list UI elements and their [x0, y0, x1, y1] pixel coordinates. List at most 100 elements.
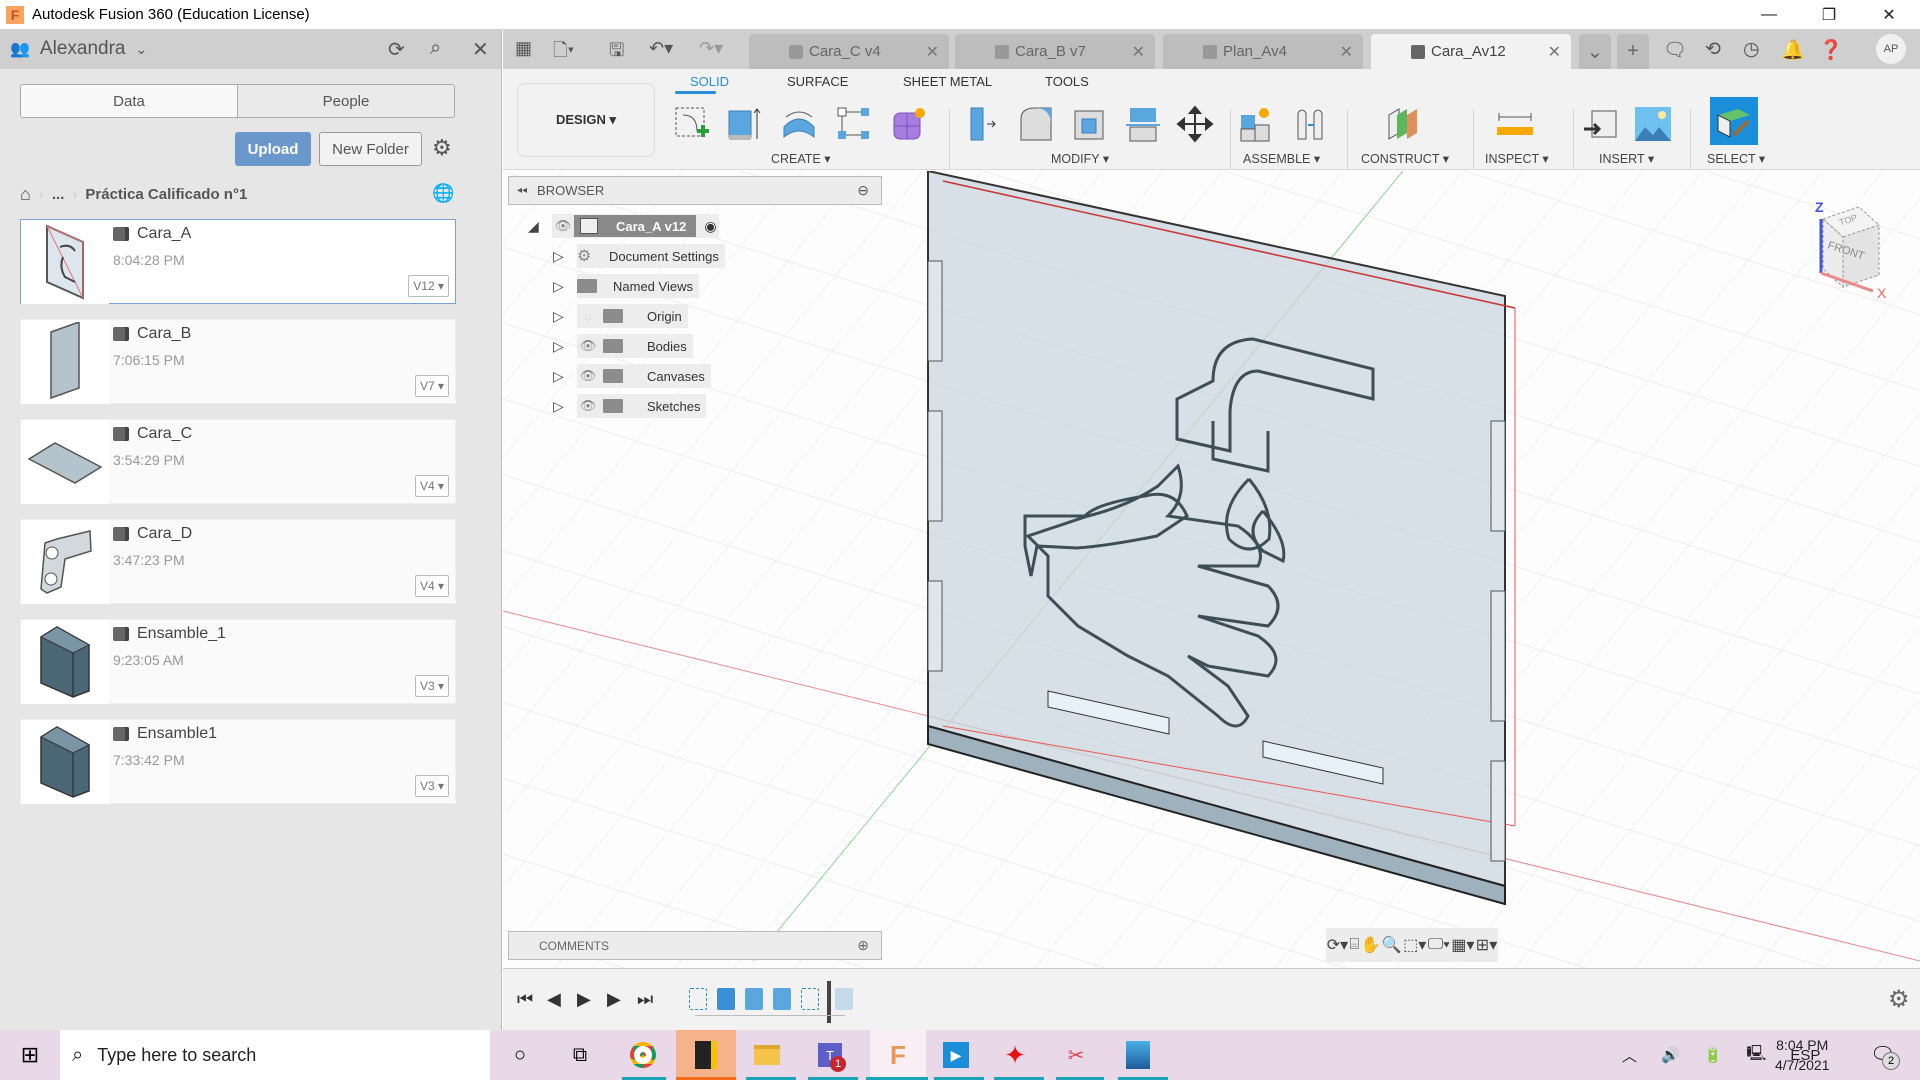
minimize-button[interactable]: —: [1740, 0, 1798, 29]
orbit-icon[interactable]: ⟳▾: [1327, 935, 1348, 955]
3d-canvas[interactable]: ◂◂ BROWSER ⊖ ◢ 👁 Cara_A v12 ◉ ▷ ⚙ Documen…: [503, 171, 1920, 968]
select-menu[interactable]: SELECT ▾: [1707, 151, 1765, 166]
timeline-settings-gear-icon[interactable]: ⚙: [1888, 985, 1910, 1014]
grid-settings-icon[interactable]: ▦▾: [1451, 935, 1474, 955]
measure-icon[interactable]: [1495, 102, 1535, 146]
close-tab-icon[interactable]: ✕: [926, 42, 939, 62]
breadcrumb-ellipsis[interactable]: ...: [52, 186, 65, 203]
timeline-marker[interactable]: [827, 981, 831, 1023]
display-settings-icon[interactable]: 🖵▾: [1428, 936, 1450, 954]
teams-icon[interactable]: T1: [810, 1038, 850, 1072]
new-folder-button[interactable]: New Folder: [319, 132, 422, 166]
tab-list-dropdown[interactable]: ⌄: [1579, 34, 1611, 69]
workspace-switcher[interactable]: DESIGN ▾: [517, 83, 655, 157]
combine-icon[interactable]: [1123, 102, 1163, 146]
timeline-sketch-feature[interactable]: [801, 988, 819, 1010]
restore-button[interactable]: ❐: [1800, 0, 1858, 29]
press-pull-icon[interactable]: [964, 102, 1004, 146]
inspect-menu[interactable]: INSPECT ▾: [1485, 151, 1549, 166]
new-tab-button[interactable]: +: [1617, 34, 1649, 69]
step-forward-icon[interactable]: ▶: [607, 989, 621, 1010]
look-at-icon[interactable]: ⌸: [1350, 936, 1360, 954]
joint-icon[interactable]: [1291, 102, 1331, 146]
assemble-menu[interactable]: ASSEMBLE ▾: [1243, 151, 1320, 166]
timeline-canvas-feature-suppressed[interactable]: [835, 988, 853, 1010]
timeline-extrude-feature[interactable]: [773, 988, 791, 1010]
timeline-canvas-feature[interactable]: [717, 988, 735, 1010]
file-card[interactable]: Ensamble_1 9:23:05 AM V3 ▾: [20, 619, 456, 704]
doc-tab[interactable]: Cara_B v7 ✕: [955, 34, 1155, 69]
doc-tab-active[interactable]: Cara_Av12 ✕: [1371, 34, 1571, 69]
timeline-sketch-feature[interactable]: [689, 988, 707, 1010]
chevron-down-icon[interactable]: ⌄: [135, 41, 147, 58]
cortana-icon[interactable]: ○: [500, 1038, 540, 1072]
go-to-end-icon[interactable]: ⏭: [637, 989, 653, 1010]
redo-icon[interactable]: ↷▾: [699, 38, 723, 59]
revolve-icon[interactable]: [779, 102, 819, 146]
close-window-button[interactable]: ✕: [1860, 0, 1918, 29]
file-card[interactable]: Ensamble1 7:33:42 PM V3 ▾: [20, 719, 456, 804]
red-star-app-icon[interactable]: ✦: [995, 1038, 1035, 1072]
zoom-icon[interactable]: 🔍: [1382, 935, 1402, 955]
help-icon[interactable]: ❓: [1819, 38, 1843, 62]
taskbar-search-box[interactable]: ⌕ Type here to search: [60, 1030, 490, 1080]
close-panel-icon[interactable]: ✕: [472, 37, 489, 62]
step-back-icon[interactable]: ◀: [547, 989, 561, 1010]
insert-canvas-icon[interactable]: [1633, 102, 1673, 146]
pan-hand-icon[interactable]: ✋: [1361, 935, 1381, 955]
version-dropdown[interactable]: V12 ▾: [408, 275, 449, 297]
taskbar-clock[interactable]: 8:04 PM 4/7/2021: [1775, 1035, 1830, 1075]
chrome-icon[interactable]: [623, 1038, 663, 1072]
collapse-browser-icon[interactable]: ◂◂: [517, 185, 527, 196]
expand-arrow-icon[interactable]: ▷: [553, 278, 577, 295]
search-icon[interactable]: ⌕: [430, 37, 441, 60]
browser-node[interactable]: ▷ ◌ Origin: [553, 303, 688, 329]
version-dropdown[interactable]: V4 ▾: [414, 475, 449, 497]
avatar[interactable]: AP: [1876, 34, 1906, 64]
refresh-icon[interactable]: ⟳: [388, 37, 405, 62]
timeline-extrude-feature[interactable]: [745, 988, 763, 1010]
expand-triangle-icon[interactable]: ◢: [528, 218, 552, 235]
create-sketch-icon[interactable]: [672, 102, 712, 146]
minimize-panel-icon[interactable]: ⊖: [857, 182, 869, 199]
move-copy-icon[interactable]: [1175, 102, 1215, 146]
windows-start-icon[interactable]: ⊞: [0, 1030, 60, 1080]
close-tab-icon[interactable]: ✕: [1340, 42, 1353, 62]
offset-plane-icon[interactable]: [1384, 102, 1424, 146]
modify-menu[interactable]: MODIFY ▾: [1051, 151, 1109, 166]
version-dropdown[interactable]: V3 ▾: [414, 675, 449, 697]
browser-node[interactable]: ▷ 👁 Bodies: [553, 333, 693, 359]
battery-icon[interactable]: 🔋: [1704, 1046, 1723, 1064]
browser-node[interactable]: ▷ 👁 Canvases: [553, 363, 711, 389]
job-status-icon[interactable]: ⟲: [1705, 38, 1721, 61]
version-dropdown[interactable]: V7 ▾: [414, 375, 449, 397]
create-form-icon[interactable]: [889, 102, 929, 146]
hidden-eye-icon[interactable]: ◌: [577, 309, 599, 324]
video-editor-icon[interactable]: ▶: [936, 1038, 976, 1072]
visibility-eye-icon[interactable]: 👁: [577, 398, 599, 414]
home-icon[interactable]: ⌂: [20, 184, 31, 205]
tab-surface[interactable]: SURFACE: [787, 74, 848, 89]
fillet-icon[interactable]: [1017, 102, 1057, 146]
gear-icon[interactable]: ⚙: [432, 135, 452, 161]
task-view-icon[interactable]: ⧉: [560, 1038, 600, 1072]
version-dropdown[interactable]: V4 ▾: [414, 575, 449, 597]
extrude-icon[interactable]: [724, 102, 764, 146]
rectangular-pattern-icon[interactable]: [834, 102, 874, 146]
version-dropdown[interactable]: V3 ▾: [414, 775, 449, 797]
add-comment-icon[interactable]: ⊕: [857, 937, 869, 954]
file-card[interactable]: Cara_C 3:54:29 PM V4 ▾: [20, 419, 456, 504]
activate-radio-icon[interactable]: ◉: [704, 218, 716, 235]
doc-tab[interactable]: Cara_C v4 ✕: [749, 34, 949, 69]
doc-tab[interactable]: Plan_Av4 ✕: [1163, 34, 1363, 69]
fusion-360-taskbar-icon[interactable]: F: [870, 1030, 926, 1080]
new-component-icon[interactable]: [1237, 102, 1277, 146]
snip-sketch-icon[interactable]: ✂: [1056, 1038, 1096, 1072]
sticky-notes-icon[interactable]: [676, 1030, 736, 1080]
create-menu[interactable]: CREATE ▾: [771, 151, 831, 166]
expand-arrow-icon[interactable]: ▷: [553, 368, 577, 385]
browser-root-node[interactable]: ◢ 👁 Cara_A v12 ◉: [528, 213, 719, 239]
expand-arrow-icon[interactable]: ▷: [553, 338, 577, 355]
file-explorer-icon[interactable]: [747, 1038, 787, 1072]
fit-icon[interactable]: ⬚▾: [1403, 935, 1426, 955]
